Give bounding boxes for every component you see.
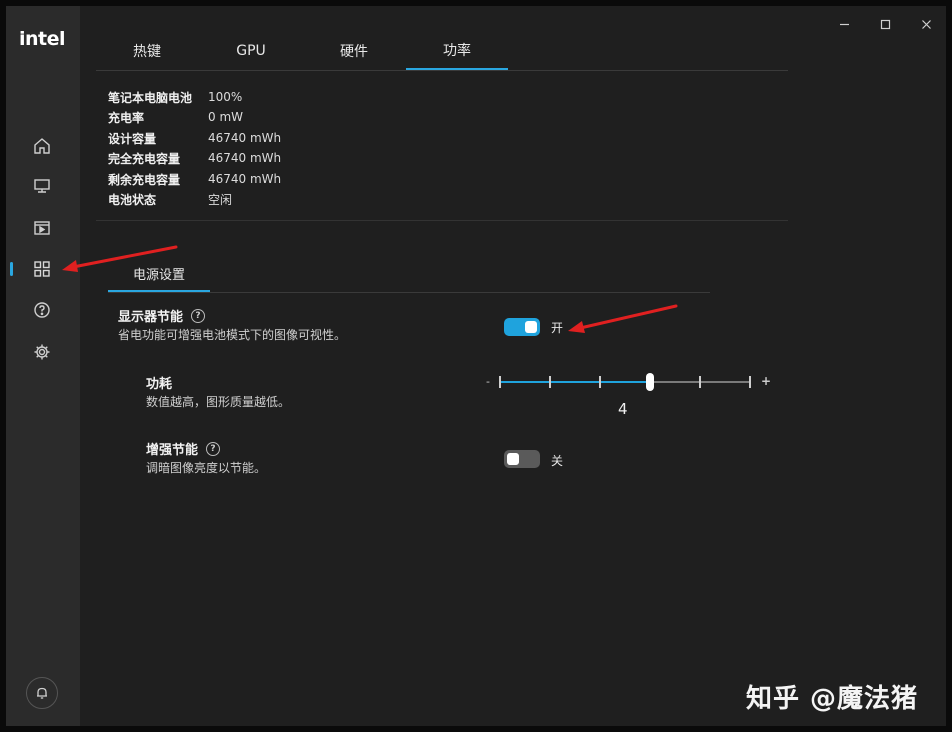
info-row-battery: 笔记本电脑电池 100% xyxy=(108,87,242,107)
toggle-knob xyxy=(525,321,537,333)
notifications-button[interactable] xyxy=(26,677,58,709)
setting-title-text: 显示器节能 xyxy=(118,310,184,325)
power-consumption-slider[interactable] xyxy=(499,372,751,392)
info-value: 0 mW xyxy=(208,110,244,124)
info-row-full-charge-capacity: 完全充电容量 46740 mWh xyxy=(108,148,281,168)
app-window: intel 热键 GPU 硬件 功率 笔记本电脑电池 100% 充电率 0 mW… xyxy=(6,6,946,726)
home-icon xyxy=(34,138,50,154)
divider xyxy=(108,292,710,293)
minimize-icon xyxy=(839,23,849,25)
gear-icon xyxy=(34,344,50,360)
bell-icon xyxy=(37,687,47,699)
maximize-button[interactable] xyxy=(873,12,897,36)
divider xyxy=(96,220,788,221)
slider-plus: + xyxy=(761,374,772,388)
info-label: 充电率 xyxy=(108,110,145,125)
maximize-icon xyxy=(880,19,890,29)
close-button[interactable] xyxy=(914,12,938,36)
sidebar-item-home[interactable] xyxy=(28,132,56,160)
tab-hardware[interactable]: 硬件 xyxy=(303,32,405,69)
enhanced-saving-description: 调暗图像亮度以节能。 xyxy=(146,461,267,475)
info-row-charge-rate: 充电率 0 mW xyxy=(108,107,243,127)
help-icon[interactable]: ? xyxy=(191,308,206,323)
slider-fill xyxy=(500,381,650,383)
slider-tick xyxy=(599,376,601,388)
intel-logo: intel xyxy=(19,28,66,50)
enhanced-saving-toggle[interactable] xyxy=(504,450,540,468)
grid-icon xyxy=(34,261,50,277)
info-value: 46740 mWh xyxy=(208,172,282,186)
info-label: 设计容量 xyxy=(108,131,157,146)
slider-tick xyxy=(549,376,551,388)
video-icon xyxy=(34,221,50,235)
power-consumption-description: 数值越高，图形质量越低。 xyxy=(146,395,291,409)
info-label: 完全充电容量 xyxy=(108,151,181,166)
info-value: 100% xyxy=(208,90,243,104)
setting-title-text: 增强节能 xyxy=(146,443,199,458)
display-power-saving-state: 开 xyxy=(551,321,564,335)
minimize-button[interactable] xyxy=(832,12,856,36)
sidebar-item-display[interactable] xyxy=(28,172,56,200)
power-consumption-title: 功耗 xyxy=(146,373,172,392)
info-label: 电池状态 xyxy=(108,192,157,207)
sidebar-item-help[interactable] xyxy=(28,296,56,324)
info-row-remaining-capacity: 剩余充电容量 46740 mWh xyxy=(108,169,281,189)
toggle-knob xyxy=(507,453,519,465)
setting-title-text: 功耗 xyxy=(146,377,173,392)
slider-tick xyxy=(699,376,701,388)
sidebar-item-system[interactable] xyxy=(28,255,56,283)
tab-power[interactable]: 功率 xyxy=(406,32,508,70)
display-power-saving-description: 省电功能可增强电池模式下的图像可视性。 xyxy=(118,328,347,342)
watermark: 知乎 @魔法猪 xyxy=(746,684,919,714)
slider-thumb[interactable] xyxy=(646,373,654,391)
info-label: 剩余充电容量 xyxy=(108,172,181,187)
annotation-arrow xyxy=(62,245,178,272)
monitor-icon xyxy=(34,179,50,193)
info-row-battery-status: 电池状态 空闲 xyxy=(108,189,232,209)
slider-value: 4 xyxy=(618,400,628,418)
info-row-design-capacity: 设计容量 46740 mWh xyxy=(108,128,281,148)
slider-tick xyxy=(499,376,501,388)
help-icon[interactable]: ? xyxy=(206,441,221,456)
sidebar-item-settings[interactable] xyxy=(28,338,56,366)
sidebar-item-video[interactable] xyxy=(28,214,56,242)
tab-hotkeys[interactable]: 热键 xyxy=(96,32,198,69)
slider-tick xyxy=(749,376,751,388)
info-value: 空闲 xyxy=(208,192,233,207)
tab-gpu[interactable]: GPU xyxy=(200,32,302,69)
enhanced-saving-title: 增强节能 ? xyxy=(146,439,221,458)
main-tabs: 热键 GPU 硬件 功率 xyxy=(96,32,788,71)
help-icon xyxy=(34,302,50,318)
info-label: 笔记本电脑电池 xyxy=(108,90,193,105)
close-icon xyxy=(921,19,931,29)
annotation-arrow xyxy=(568,304,678,333)
active-indicator xyxy=(10,262,13,276)
info-value: 46740 mWh xyxy=(208,131,282,145)
enhanced-saving-state: 关 xyxy=(551,454,564,468)
info-value: 46740 mWh xyxy=(208,151,282,165)
display-power-saving-toggle[interactable] xyxy=(504,318,540,336)
slider-minus: - xyxy=(486,375,490,388)
sidebar: intel xyxy=(6,6,80,726)
display-power-saving-title: 显示器节能 ? xyxy=(118,306,206,325)
